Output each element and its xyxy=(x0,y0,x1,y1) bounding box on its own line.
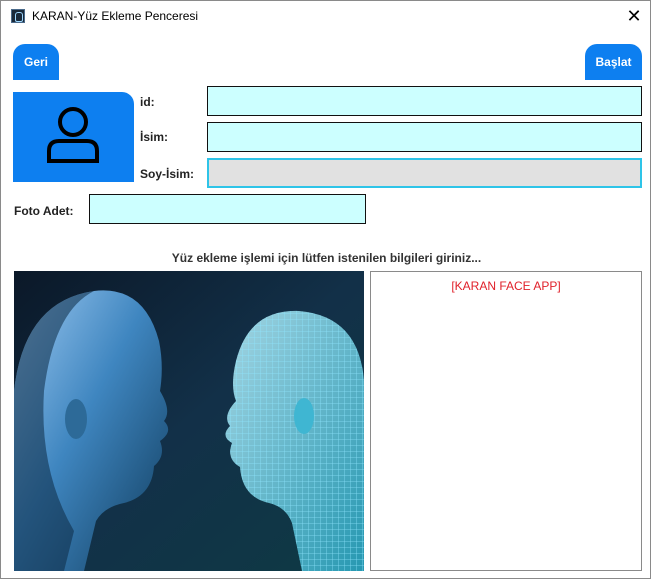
photo-count-field[interactable] xyxy=(89,194,366,224)
photo-count-label: Foto Adet: xyxy=(14,204,74,218)
app-window: KARAN-Yüz Ekleme Penceresi ✕ Geri Başlat… xyxy=(0,0,651,579)
name-field[interactable] xyxy=(207,122,642,152)
instruction-text: Yüz ekleme işlemi için lütfen istenilen … xyxy=(171,251,482,265)
name-label: İsim: xyxy=(140,130,169,144)
output-panel-title: [KARAN FACE APP] xyxy=(451,279,561,293)
surname-label: Soy-İsim: xyxy=(140,167,195,181)
back-button[interactable]: Geri xyxy=(13,44,59,80)
id-field[interactable] xyxy=(207,86,642,116)
avatar xyxy=(13,92,134,182)
app-logo-icon xyxy=(11,9,25,23)
output-panel: [KARAN FACE APP] xyxy=(370,271,642,571)
title-bar: KARAN-Yüz Ekleme Penceresi ✕ xyxy=(1,1,650,32)
user-icon xyxy=(47,107,99,163)
id-label: id: xyxy=(140,95,155,109)
start-button[interactable]: Başlat xyxy=(585,44,642,80)
face-scan-image xyxy=(14,271,364,571)
window-title: KARAN-Yüz Ekleme Penceresi xyxy=(32,9,199,23)
close-button[interactable]: ✕ xyxy=(618,1,650,32)
surname-field[interactable] xyxy=(207,158,642,188)
